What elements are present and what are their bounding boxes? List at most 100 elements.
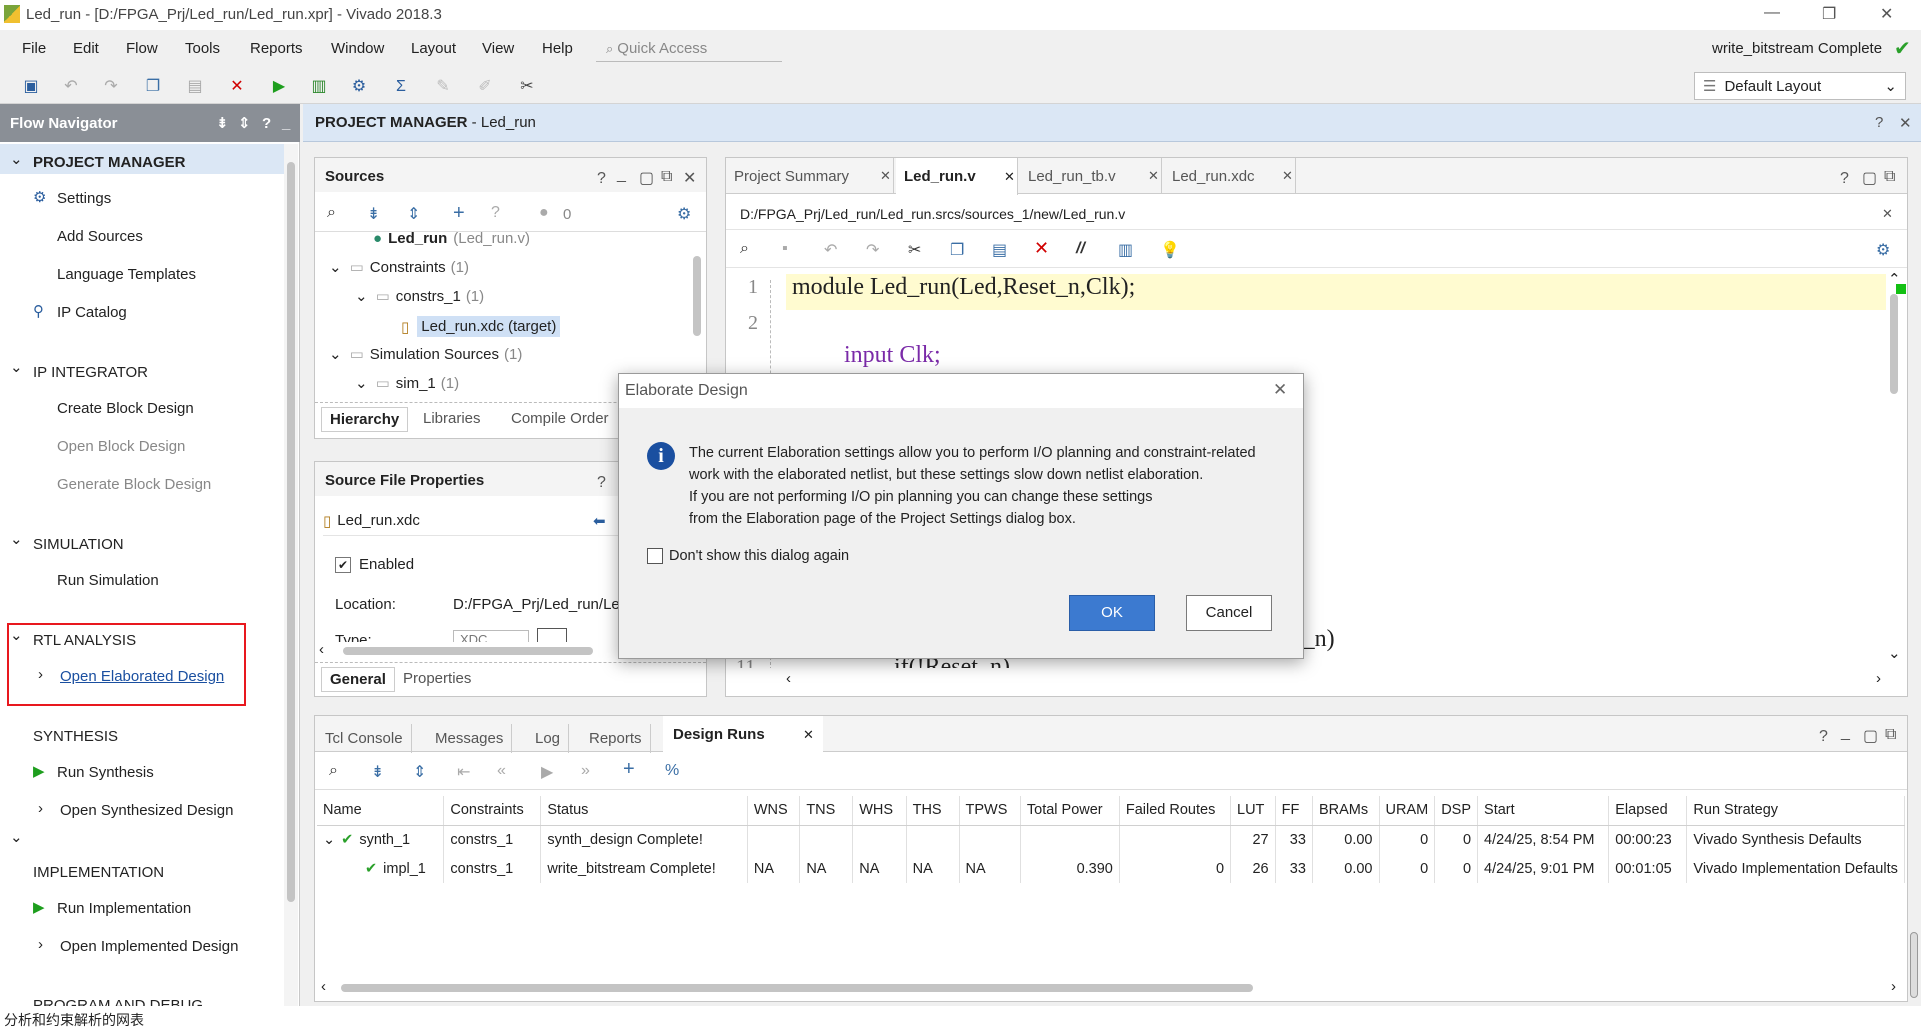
chevron-down-icon[interactable]: ⌄ — [10, 150, 23, 168]
tab-led-run-tb-v[interactable]: Led_run_tb.v ✕ — [1018, 158, 1162, 194]
expand-all-icon[interactable]: ⇕ — [407, 204, 420, 224]
minimize-panel-icon[interactable]: _ — [282, 115, 290, 132]
back-arrow-icon[interactable]: ⬅ — [593, 512, 606, 530]
float-icon[interactable]: ⧉ — [1884, 168, 1895, 186]
program-device-icon[interactable]: ▥ — [308, 76, 330, 98]
tab-properties[interactable]: Properties — [395, 664, 479, 693]
menu-window[interactable]: Window — [331, 40, 384, 57]
run-icon[interactable]: ▶ — [268, 76, 290, 98]
undo-icon[interactable]: ↶ — [824, 240, 837, 260]
previous-icon[interactable]: « — [497, 762, 506, 780]
nav-item-run-implementation[interactable]: Run Implementation — [57, 900, 191, 917]
tab-reports[interactable]: Reports — [581, 724, 651, 753]
tab-design-runs[interactable]: Design Runs ✕ — [663, 716, 823, 753]
tools-icon[interactable]: ✂ — [516, 76, 538, 98]
expand-all-icon[interactable]: ⇕ — [238, 114, 251, 132]
menu-reports[interactable]: Reports — [250, 40, 303, 57]
float-icon[interactable]: ⧉ — [661, 168, 672, 186]
dont-show-checkbox[interactable] — [647, 548, 663, 564]
menu-view[interactable]: View — [482, 40, 514, 57]
col-wns[interactable]: WNS — [747, 796, 801, 826]
nav-item-generate-block-design[interactable]: Generate Block Design — [57, 476, 211, 493]
scrollbar-thumb[interactable] — [341, 984, 1253, 992]
nav-item-open-synthesized-design[interactable]: Open Synthesized Design — [60, 802, 233, 819]
paste-icon[interactable]: ▤ — [184, 76, 206, 98]
chevron-right-icon[interactable]: › — [1876, 670, 1881, 687]
col-start[interactable]: Start — [1477, 796, 1610, 826]
close-icon[interactable]: ✕ — [1282, 168, 1293, 184]
tree-row-constraints[interactable]: ⌄ ▭ Constraints (1) — [329, 258, 469, 277]
layout-select[interactable]: ☰ Default Layout ⌄ — [1694, 72, 1906, 100]
nav-section-rtl-analysis[interactable]: RTL ANALYSIS — [33, 632, 136, 649]
help-icon[interactable]: ? — [1840, 170, 1849, 188]
close-icon[interactable]: ✕ — [683, 168, 696, 188]
expand-all-icon[interactable]: ⇕ — [413, 762, 426, 782]
menu-help[interactable]: Help — [542, 40, 573, 57]
settings-icon[interactable]: ⚙ — [348, 76, 370, 98]
nav-scrollbar[interactable] — [284, 144, 298, 1006]
menu-layout[interactable]: Layout — [411, 40, 456, 57]
close-icon[interactable]: ✕ — [1880, 4, 1893, 24]
close-icon[interactable]: ✕ — [1004, 169, 1015, 185]
collapse-all-icon[interactable]: ⇟ — [216, 114, 229, 132]
float-icon[interactable]: ⧉ — [1885, 726, 1896, 744]
nav-section-program-and-debug[interactable]: PROGRAM AND DEBUG — [33, 994, 203, 1006]
lightbulb-icon[interactable]: 💡 — [1160, 240, 1180, 260]
tab-libraries[interactable]: Libraries — [415, 404, 489, 433]
menu-tools[interactable]: Tools — [185, 40, 220, 57]
col-uram[interactable]: URAM — [1379, 796, 1436, 826]
col-ff[interactable]: FF — [1275, 796, 1313, 826]
help-icon[interactable]: ? — [1875, 114, 1883, 131]
copy-icon[interactable]: ❐ — [142, 76, 164, 98]
redo-icon[interactable]: ↷ — [100, 76, 122, 98]
chevron-left-icon[interactable]: ‹ — [319, 641, 324, 658]
first-icon[interactable]: ⇤ — [457, 762, 470, 782]
nav-item-run-synthesis[interactable]: Run Synthesis — [57, 764, 154, 781]
tab-tcl-console[interactable]: Tcl Console — [317, 724, 412, 753]
columns-icon[interactable]: ▥ — [1118, 240, 1133, 260]
chevron-right-icon[interactable]: › — [38, 936, 43, 953]
col-tns[interactable]: TNS — [799, 796, 854, 826]
minimize-icon[interactable]: — — [1764, 4, 1780, 22]
nav-item-settings[interactable]: Settings — [57, 190, 111, 207]
nav-item-language-templates[interactable]: Language Templates — [57, 266, 196, 283]
tab-hierarchy[interactable]: Hierarchy — [321, 407, 409, 432]
col-constraints[interactable]: Constraints — [443, 796, 542, 826]
chevron-down-icon[interactable]: ⌄ — [10, 828, 23, 846]
right-edge-scroll[interactable] — [1910, 932, 1918, 998]
close-icon[interactable]: ✕ — [1273, 380, 1287, 400]
chevron-left-icon[interactable]: ‹ — [786, 670, 791, 687]
scrollbar-thumb[interactable] — [343, 647, 593, 655]
pin-icon[interactable]: ✎ — [432, 76, 454, 98]
tab-project-summary[interactable]: Project Summary ✕ — [726, 158, 894, 194]
tree-row-constrs-1[interactable]: ⌄ ▭ constrs_1 (1) — [355, 287, 484, 306]
minimize-icon[interactable]: _ — [617, 166, 626, 184]
menu-edit[interactable]: Edit — [73, 40, 99, 57]
tab-general[interactable]: General — [321, 667, 395, 692]
edit-icon[interactable]: ✐ — [474, 76, 496, 98]
tab-led-run-v[interactable]: Led_run.v ✕ — [896, 158, 1018, 195]
nav-section-simulation[interactable]: SIMULATION — [33, 536, 124, 553]
nav-item-ip-catalog[interactable]: IP Catalog — [57, 304, 127, 321]
chevron-down-icon[interactable]: ⌄ — [323, 832, 335, 848]
tree-row-xdc[interactable]: ▯ Led_run.xdc (target) — [401, 316, 561, 337]
tab-log[interactable]: Log — [527, 724, 570, 753]
table-row[interactable]: ✔ impl_1 constrs_1 write_bitstream Comple… — [317, 854, 1905, 883]
maximize-icon[interactable]: ▢ — [1863, 726, 1878, 746]
tree-row-sim-sources[interactable]: ⌄ ▭ Simulation Sources (1) — [329, 345, 522, 364]
help-icon[interactable]: ? — [262, 115, 271, 132]
tab-messages[interactable]: Messages — [427, 724, 513, 753]
col-brams[interactable]: BRAMs — [1312, 796, 1380, 826]
collapse-all-icon[interactable]: ⇟ — [367, 204, 380, 224]
help-icon[interactable]: ? — [597, 170, 606, 188]
tab-led-run-xdc[interactable]: Led_run.xdc ✕ — [1162, 158, 1296, 194]
ok-button[interactable]: OK — [1069, 595, 1155, 631]
col-dsp[interactable]: DSP — [1434, 796, 1479, 826]
table-row[interactable]: ⌄ ✔ synth_1 constrs_1 synth_design Complet… — [317, 825, 1905, 854]
tree-row-led-run[interactable]: ● Led_run (Led_run.v) — [373, 232, 530, 247]
search-icon[interactable]: ⌕ — [740, 240, 749, 258]
type-button[interactable] — [537, 628, 567, 642]
maximize-icon[interactable]: ▢ — [1862, 168, 1877, 188]
type-value[interactable]: XDC — [453, 630, 529, 642]
search-icon[interactable]: ⌕ — [329, 762, 338, 780]
